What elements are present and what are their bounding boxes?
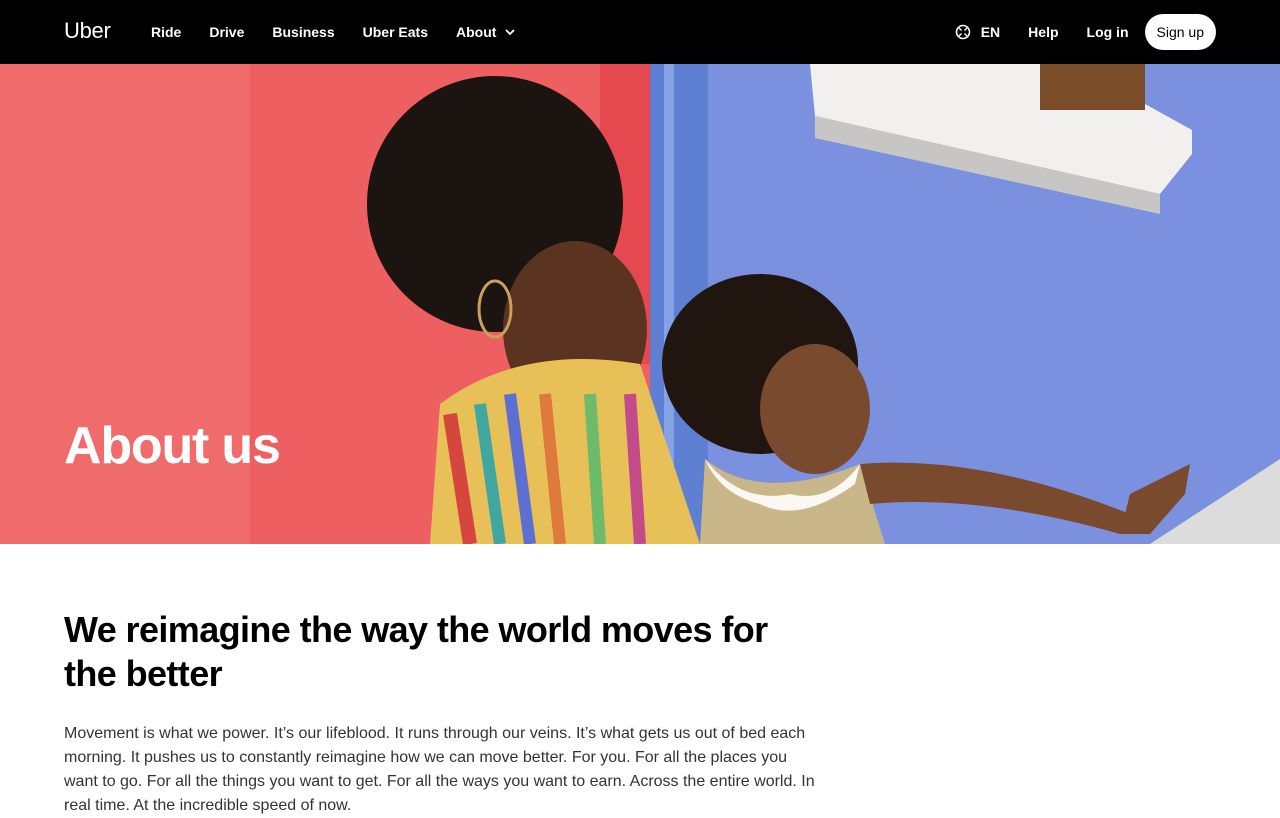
about-content: We reimagine the way the world moves for… — [64, 608, 824, 818]
nav-link-about-label: About — [455, 24, 497, 40]
chevron-down-icon — [505, 29, 516, 36]
primary-nav: Ride Drive Business Uber Eats About — [137, 14, 530, 50]
uber-logo[interactable]: Uber — [64, 18, 111, 44]
nav-link-ride[interactable]: Ride — [137, 14, 195, 50]
globe-icon — [955, 24, 971, 40]
help-link[interactable]: Help — [1014, 14, 1072, 50]
nav-link-business[interactable]: Business — [258, 14, 348, 50]
language-selector[interactable]: EN — [941, 14, 1014, 50]
language-label: EN — [980, 24, 1001, 40]
hero-banner: About us — [0, 64, 1280, 544]
section-body: Movement is what we power. It’s our life… — [64, 725, 815, 814]
nav-link-about[interactable]: About — [442, 14, 530, 50]
top-navigation: Uber Ride Drive Business Uber Eats About… — [0, 0, 1280, 64]
secondary-nav: EN Help Log in Sign up — [941, 14, 1216, 50]
nav-link-uber-eats[interactable]: Uber Eats — [349, 14, 442, 50]
nav-link-drive[interactable]: Drive — [195, 14, 258, 50]
hero-title: About us — [64, 417, 281, 475]
signup-button[interactable]: Sign up — [1144, 14, 1216, 50]
login-link[interactable]: Log in — [1073, 14, 1143, 50]
section-headline: We reimagine the way the world moves for… — [64, 609, 768, 694]
